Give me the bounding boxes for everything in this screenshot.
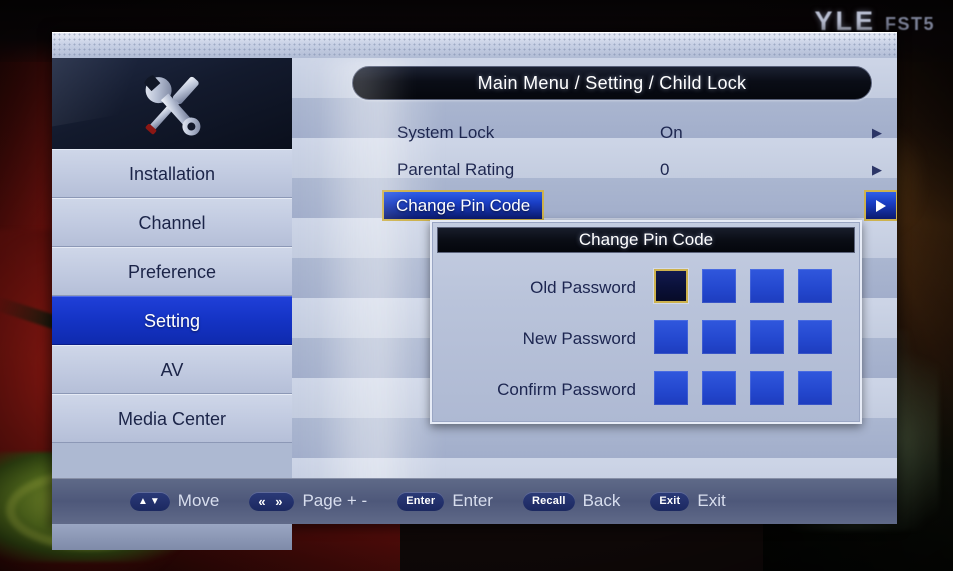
osd-top-strip (52, 32, 897, 58)
help-item-move: ▲▼ Move (130, 491, 219, 511)
help-label: Move (177, 491, 220, 510)
pin-field-old-password: Old Password (432, 262, 864, 313)
dialog-title: Change Pin Code (578, 230, 714, 249)
sidebar-item-installation[interactable]: Installation (52, 149, 292, 198)
pin-digit-group (654, 269, 832, 303)
setting-label: Change Pin Code (382, 190, 545, 221)
help-item-exit: Exit Exit (650, 491, 726, 511)
pin-digit-box[interactable] (654, 371, 688, 405)
tools-icon (52, 58, 292, 149)
sidebar: Installation Channel Preference Setting … (52, 58, 292, 550)
pin-digit-box[interactable] (750, 371, 784, 405)
pin-digit-box[interactable] (702, 269, 736, 303)
sidebar-item-channel[interactable]: Channel (52, 198, 292, 247)
sidebar-footer (52, 524, 292, 550)
osd-window: Installation Channel Preference Setting … (48, 28, 901, 550)
pin-digit-box[interactable] (798, 371, 832, 405)
tv-screen: YLE FST5 Installation Channel Preference… (0, 0, 953, 571)
sidebar-item-label: Installation (128, 164, 216, 184)
help-bar: ▲▼ Move « » Page + - Enter Enter Recall … (52, 478, 897, 524)
help-item-page: « » Page + - (249, 491, 367, 511)
sidebar-item-label: Channel (138, 213, 206, 233)
breadcrumb-pill: Main Menu / Setting / Child Lock (352, 66, 872, 100)
tools-icon-glyph (144, 74, 201, 136)
pin-field-confirm-password: Confirm Password (432, 364, 864, 415)
pin-digit-box[interactable] (702, 371, 736, 405)
setting-value: 0 (660, 159, 670, 179)
pin-digit-box[interactable] (654, 269, 688, 303)
pin-digit-box[interactable] (654, 320, 688, 354)
sidebar-item-label: Setting (143, 311, 201, 331)
pin-digit-box[interactable] (750, 320, 784, 354)
chevron-right-icon[interactable]: ▶ (872, 162, 882, 178)
pin-field-label: Old Password (530, 277, 636, 297)
pin-field-list: Old Password New Password Confirm Passwo… (432, 262, 864, 415)
pin-digit-group (654, 320, 832, 354)
setting-label: Parental Rating (397, 159, 515, 179)
sidebar-item-label: Media Center (117, 409, 227, 429)
breadcrumb: Main Menu / Setting / Child Lock (352, 66, 872, 100)
sidebar-item-av[interactable]: AV (52, 345, 292, 394)
sidebar-item-media-center[interactable]: Media Center (52, 394, 292, 443)
dialog-title-bar: Change Pin Code (437, 227, 855, 253)
exit-key-icon: Exit (650, 491, 690, 511)
chevron-right-icon[interactable]: ▶ (872, 125, 882, 141)
updown-arrows-icon: ▲▼ (130, 491, 170, 511)
settings-row-list: System Lock On ▶ Parental Rating 0 ▶ Cha… (292, 114, 897, 225)
help-label: Exit (697, 491, 726, 510)
pin-field-label: Confirm Password (497, 379, 636, 399)
setting-value: On (660, 122, 683, 142)
page-title: Main Menu / Setting / Child Lock (477, 72, 747, 93)
help-label: Page + - (302, 491, 368, 510)
help-item-enter: Enter Enter (397, 491, 493, 511)
sidebar-item-preference[interactable]: Preference (52, 247, 292, 296)
setting-label: System Lock (397, 122, 495, 142)
page-arrows-icon: « » (249, 491, 295, 511)
chevron-right-icon[interactable] (864, 190, 897, 221)
pin-field-new-password: New Password (432, 313, 864, 364)
pin-digit-box[interactable] (750, 269, 784, 303)
sidebar-item-label: AV (160, 360, 184, 380)
sidebar-item-setting[interactable]: Setting (52, 296, 292, 345)
recall-key-icon: Recall (522, 491, 575, 511)
help-label: Back (582, 491, 621, 510)
setting-row-parental-rating[interactable]: Parental Rating 0 ▶ (292, 151, 897, 188)
change-pin-code-dialog: Change Pin Code Old Password New Passwor… (430, 220, 862, 424)
pin-field-label: New Password (522, 328, 636, 348)
sidebar-item-list: Installation Channel Preference Setting … (52, 149, 292, 443)
content-panel: Main Menu / Setting / Child Lock System … (292, 58, 897, 498)
setting-row-system-lock[interactable]: System Lock On ▶ (292, 114, 897, 151)
pin-digit-box[interactable] (798, 320, 832, 354)
help-label: Enter (452, 491, 493, 510)
help-item-back: Recall Back (522, 491, 621, 511)
enter-key-icon: Enter (397, 491, 445, 511)
pin-digit-box[interactable] (702, 320, 736, 354)
pin-digit-group (654, 371, 832, 405)
pin-digit-box[interactable] (798, 269, 832, 303)
sidebar-item-label: Preference (127, 262, 217, 282)
